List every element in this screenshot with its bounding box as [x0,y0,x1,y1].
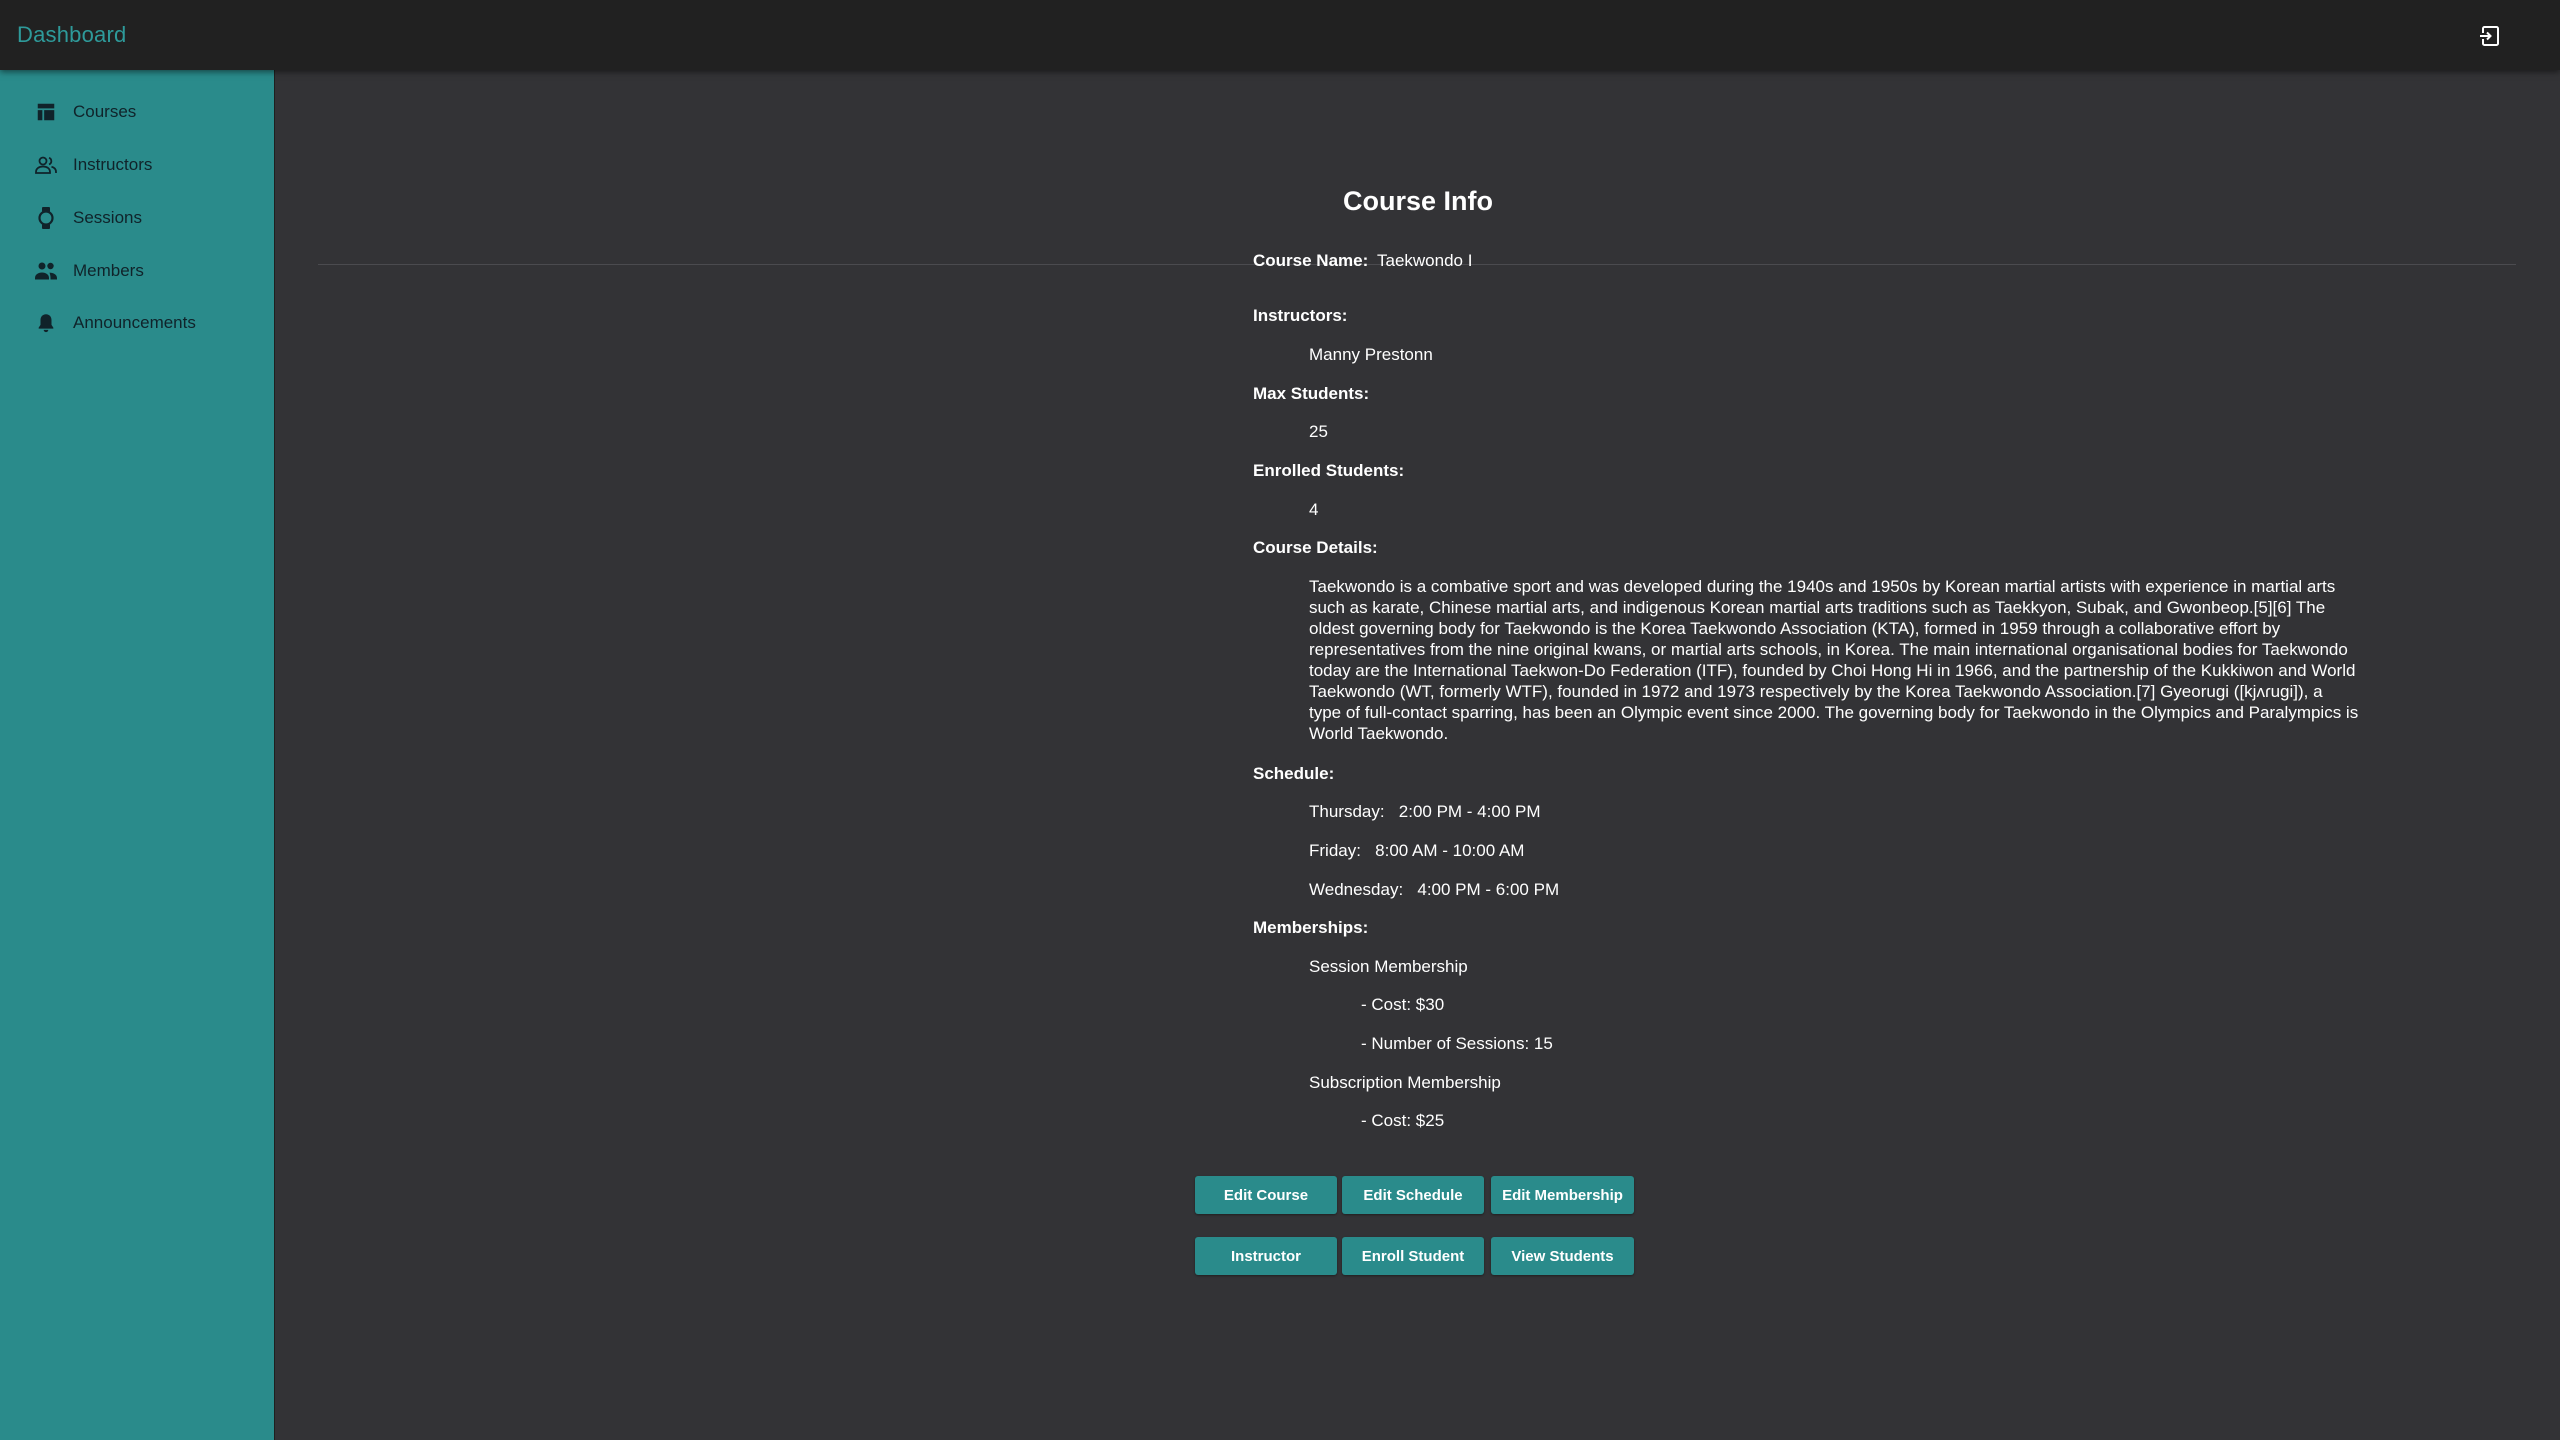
schedule-time: 2:00 PM - 4:00 PM [1398,802,1541,821]
membership-sessions: - Number of Sessions: 15 [1361,1034,1553,1053]
people-outline-icon [34,153,58,177]
max-students-label: Max Students: [1253,384,1370,403]
schedule-day: Friday: [1309,841,1361,860]
sidebar-item-members[interactable]: Members [0,247,275,295]
schedule-day: Wednesday: [1309,880,1404,899]
sidebar-item-label: Members [73,261,144,280]
logout-button[interactable] [2476,22,2504,50]
instructors-label: Instructors: [1253,306,1348,325]
sidebar-item-announcements[interactable]: Announcements [0,299,275,347]
schedule-day: Thursday: [1309,802,1385,821]
view-students-button[interactable]: View Students [1491,1237,1634,1275]
course-details-label: Course Details: [1253,538,1378,557]
instructor-name: Manny Prestonn [1309,345,1433,364]
schedule-time: 8:00 AM - 10:00 AM [1375,841,1525,860]
main-content: Course Info Course Name: Taekwondo I Ins… [276,70,2560,1440]
membership-name: Subscription Membership [1309,1073,1501,1092]
schedule-item: Thursday: 2:00 PM - 4:00 PM [1309,802,1541,822]
course-name-label: Course Name: [1253,251,1369,270]
course-name-value: Taekwondo I [1377,251,1473,270]
instructor-button[interactable]: Instructor [1195,1237,1337,1275]
page-title: Course Info [1342,186,1493,216]
max-students-value: 25 [1309,422,1328,441]
schedule-time: 4:00 PM - 6:00 PM [1417,880,1560,899]
memberships-label: Memberships: [1253,918,1369,937]
app-title[interactable]: Dashboard [17,0,126,70]
schedule-item: Friday: 8:00 AM - 10:00 AM [1309,841,1524,861]
sidebar-item-label: Courses [73,102,137,121]
sidebar-item-label: Instructors [73,155,153,174]
logout-icon [2480,26,2499,46]
sidebar-item-label: Announcements [73,313,196,332]
table-icon [34,100,58,124]
top-app-bar: Dashboard [0,0,2560,70]
people-icon [34,259,58,283]
edit-membership-button[interactable]: Edit Membership [1491,1176,1634,1214]
sidebar-item-instructors[interactable]: Instructors [0,141,275,189]
enrolled-students-value: 4 [1309,500,1319,519]
membership-cost: - Cost: $30 [1361,995,1445,1014]
schedule-item: Wednesday: 4:00 PM - 6:00 PM [1309,880,1559,900]
schedule-label: Schedule: [1253,764,1335,783]
membership-name: Session Membership [1309,957,1468,976]
sidebar-item-courses[interactable]: Courses [0,88,275,136]
course-details-text: Taekwondo is a combative sport and was d… [1309,577,2359,743]
edit-course-button[interactable]: Edit Course [1195,1176,1337,1214]
watch-icon [34,206,58,230]
sidebar: Courses Instructors Sessions Members Ann… [0,70,275,1440]
membership-cost: - Cost: $25 [1361,1111,1445,1130]
sidebar-item-sessions[interactable]: Sessions [0,194,275,242]
bell-icon [34,311,58,335]
edit-schedule-button[interactable]: Edit Schedule [1342,1176,1484,1214]
enroll-student-button[interactable]: Enroll Student [1342,1237,1484,1275]
sidebar-item-label: Sessions [73,208,142,227]
enrolled-students-label: Enrolled Students: [1253,461,1405,480]
